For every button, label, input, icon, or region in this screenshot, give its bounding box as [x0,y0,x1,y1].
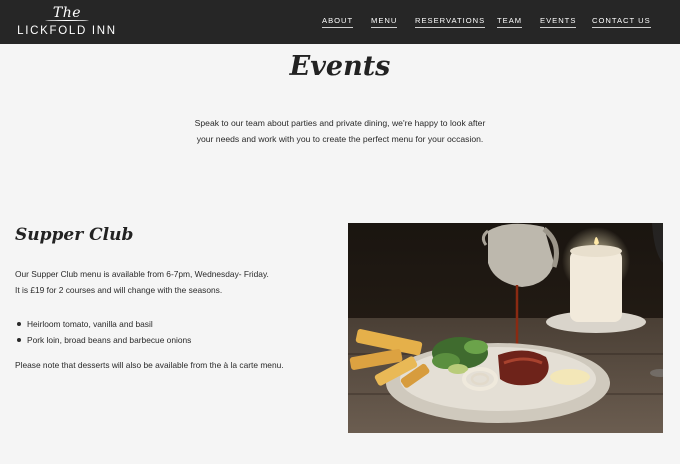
supper-club-availability: Our Supper Club menu is available from 6… [15,269,269,279]
intro-line-1: Speak to our team about parties and priv… [194,118,486,128]
list-item: Pork loin, broad beans and barbecue onio… [15,332,325,348]
nav-link-events[interactable]: EVENTS [540,16,577,28]
nav-link-menu[interactable]: MENU [371,16,398,28]
food-plate-illustration [348,223,663,433]
intro-line-2: your needs and work with you to create t… [196,134,484,144]
logo-name-text: LICKFOLD INN [17,25,117,37]
nav-item-team: TEAM [497,16,523,28]
top-navigation-bar: The LICKFOLD INN ABOUT MENU RESERVATIONS… [0,0,680,44]
supper-club-menu-list: Heirloom tomato, vanilla and basil Pork … [15,316,325,348]
page-title: Events [289,51,391,82]
dessert-note: Please note that desserts will also be a… [15,360,284,370]
logo-the-text: The [52,5,82,21]
nav-item-about: ABOUT [322,16,354,28]
site-logo[interactable]: The LICKFOLD INN [15,5,119,39]
nav-item-contact: CONTACT US [592,16,651,28]
nav-item-reservations: RESERVATIONS [415,16,486,28]
nav-link-about[interactable]: ABOUT [322,16,354,28]
supper-club-heading: Supper Club [15,225,134,245]
list-item: Heirloom tomato, vanilla and basil [15,316,325,332]
nav-link-reservations[interactable]: RESERVATIONS [415,16,486,28]
nav-link-team[interactable]: TEAM [497,16,523,28]
intro-text: Speak to our team about parties and priv… [170,115,510,147]
nav-link-contact[interactable]: CONTACT US [592,16,651,28]
supper-club-price: It is £19 for 2 courses and will change … [15,285,223,295]
nav-item-events: EVENTS [540,16,577,28]
logo-swash-line [45,20,89,22]
supper-club-photo [348,223,663,433]
nav-item-menu: MENU [371,16,398,28]
